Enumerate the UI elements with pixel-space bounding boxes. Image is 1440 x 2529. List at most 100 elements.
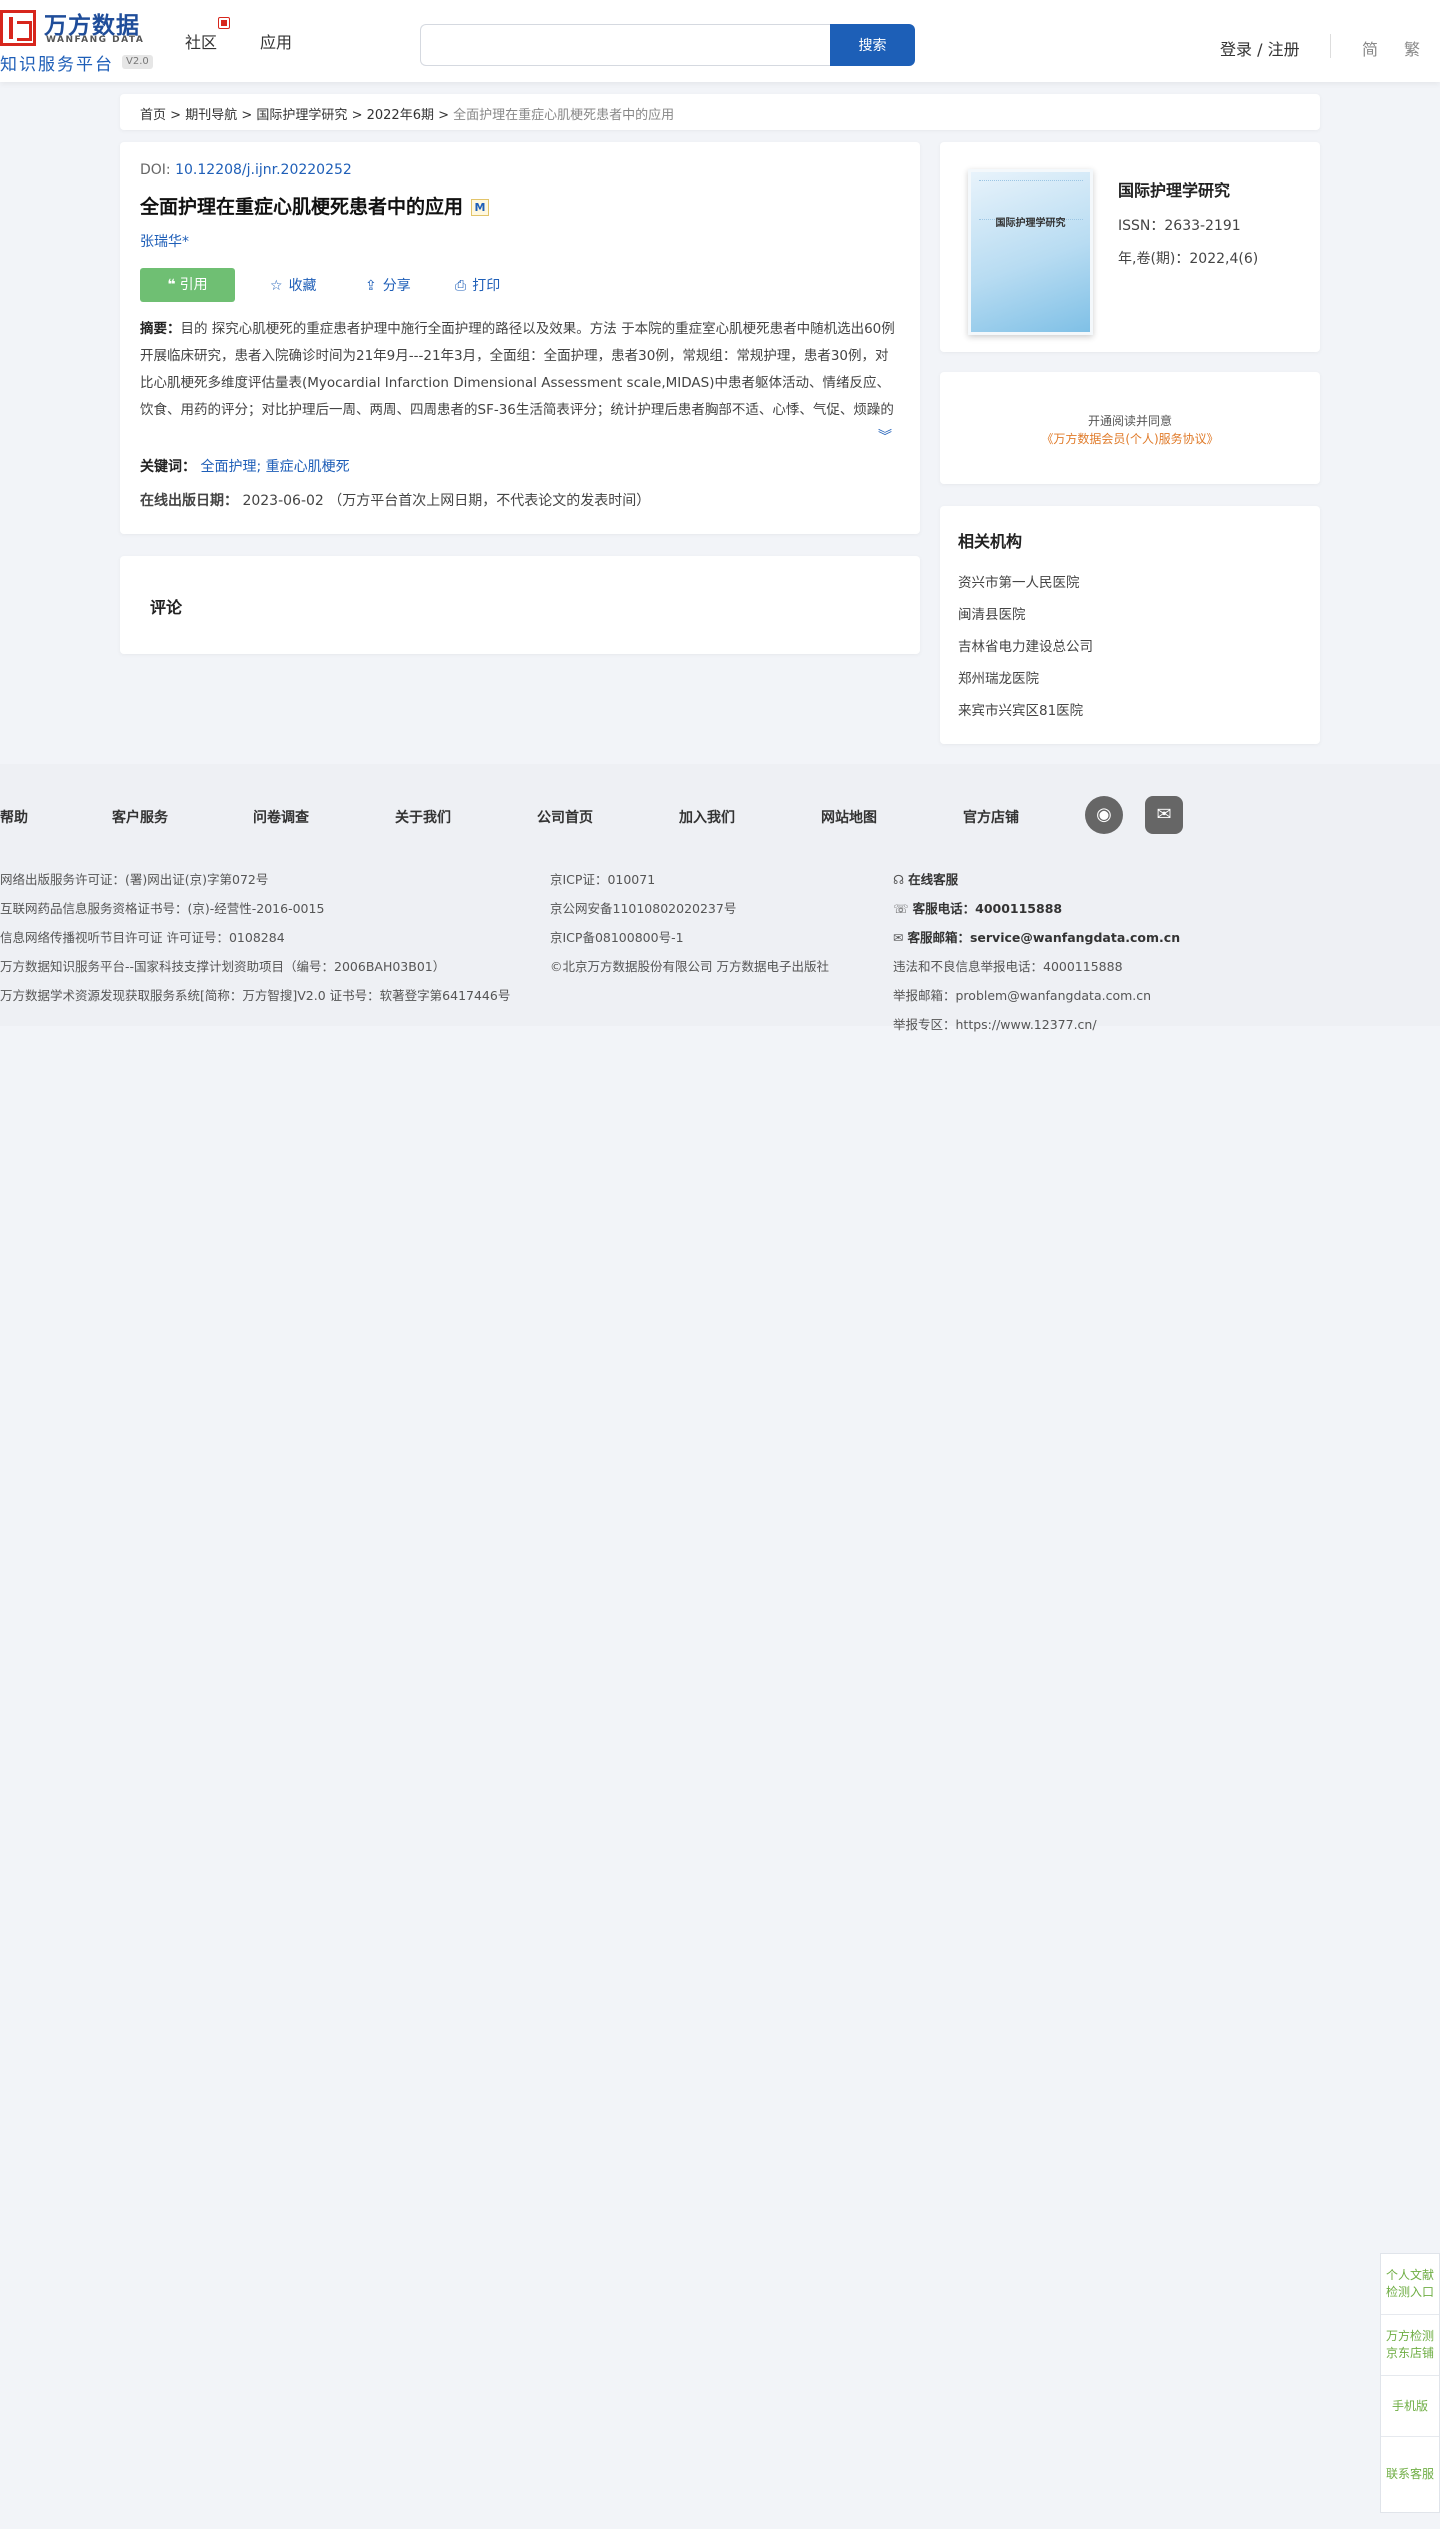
icp-line: ©北京万方数据股份有限公司 万方数据电子出版社	[550, 959, 829, 974]
breadcrumb-current: 全面护理在重症心肌梗死患者中的应用	[453, 108, 675, 123]
cover-title: 国际护理学研究	[995, 218, 1066, 229]
journal-cover[interactable]: 国际护理学研究	[968, 169, 1093, 335]
org-item[interactable]: 闽清县医院	[958, 603, 1026, 623]
breadcrumb-sep: >	[170, 108, 182, 123]
breadcrumb-sep: >	[438, 108, 450, 123]
search-button[interactable]: 搜索	[830, 24, 915, 66]
keyword-link[interactable]: 全面护理	[200, 459, 256, 475]
footer-licenses: 网络出版服务许可证：(署)网出证(京)字第072号 互联网药品信息服务资格证书号…	[0, 865, 510, 1010]
email-line: ✉ 客服邮箱：service@wanfangdata.com.cn	[893, 930, 1181, 945]
wechat-icon[interactable]: ✉	[1145, 796, 1183, 834]
abstract: 摘要：目的 探究心肌梗死的重症患者护理中施行全面护理的路径以及效果。方法 于本院…	[140, 316, 895, 424]
headset-icon: ☊	[893, 872, 909, 887]
footer-link-sitemap[interactable]: 网站地图	[821, 807, 877, 827]
journal-volume: 年,卷(期)：2022,4(6)	[1118, 251, 1259, 267]
login-register-link[interactable]: 登录 / 注册	[1220, 36, 1300, 60]
org-item[interactable]: 郑州瑞龙医院	[958, 667, 1039, 687]
lang-traditional[interactable]: 繁	[1404, 36, 1420, 60]
phone-line: ☏ 客服电话：4000115888	[893, 901, 1063, 916]
icp-line[interactable]: 京公网安备11010802020237号	[550, 894, 829, 923]
pubdate-value: 2023-06-02	[242, 493, 324, 509]
favorite-button[interactable]: ☆ 收藏	[270, 275, 317, 295]
comment-card: 评论	[120, 556, 920, 654]
journal-name[interactable]: 国际护理学研究	[1118, 177, 1230, 201]
footer-link-store[interactable]: 官方店铺	[963, 807, 1019, 827]
community-badge-icon	[218, 17, 230, 29]
abstract-label: 摘要：	[140, 321, 181, 337]
footer-link-help[interactable]: 帮助	[0, 807, 28, 827]
share-label: 分享	[382, 278, 411, 294]
report-email[interactable]: 举报邮箱：problem@wanfangdata.com.cn	[893, 981, 1180, 1010]
license-line: 万方数据知识服务平台--国家科技支撑计划资助项目（编号：2006BAH03B01…	[0, 959, 446, 974]
footer-link-join[interactable]: 加入我们	[679, 807, 735, 827]
journal-card: 国际护理学研究 国际护理学研究 ISSN：2633-2191 年,卷(期)：20…	[940, 142, 1320, 352]
pubdate-note: （万方平台首次上网日期，不代表论文的发表时间）	[328, 493, 651, 509]
article-title: 全面护理在重症心肌梗死患者中的应用	[140, 196, 464, 218]
sidebar-mobile[interactable]: 手机版	[1381, 2376, 1439, 2437]
related-orgs-card: 相关机构 资兴市第一人民医院 闽清县医院 吉林省电力建设总公司 郑州瑞龙医院 来…	[940, 506, 1320, 744]
search-bar: 搜索	[420, 24, 915, 66]
report-zone[interactable]: 举报专区：https://www.12377.cn/	[893, 1010, 1180, 1039]
doi-line: DOI: 10.12208/j.ijnr.20220252	[140, 162, 352, 178]
favorite-label: 收藏	[288, 278, 317, 294]
share-button[interactable]: ⇪ 分享	[365, 275, 411, 295]
nav-community[interactable]: 社区	[185, 29, 217, 53]
org-item[interactable]: 来宾市兴宾区81医院	[958, 699, 1083, 719]
vip-text: 开通阅读并同意	[1087, 414, 1172, 428]
header-divider	[1330, 34, 1331, 58]
keywords-row: 关键词： 全面护理; 重症心肌梗死	[140, 456, 350, 476]
abstract-text: 目的 探究心肌梗死的重症患者护理中施行全面护理的路径以及效果。方法 于本院的重症…	[140, 321, 895, 418]
logo-mark-icon	[0, 10, 36, 46]
icp-line[interactable]: 京ICP证：010071	[550, 865, 829, 894]
star-icon: ☆	[270, 278, 283, 294]
cite-label: 引用	[179, 277, 208, 293]
icp-line[interactable]: 京ICP备08100800号-1	[550, 923, 829, 952]
article-card: DOI: 10.12208/j.ijnr.20220252 全面护理在重症心肌梗…	[120, 142, 920, 534]
print-label: 打印	[472, 278, 501, 294]
nav-apps[interactable]: 应用	[260, 29, 292, 53]
report-phone: 违法和不良信息举报电话：4000115888	[893, 959, 1123, 974]
share-icon: ⇪	[365, 278, 377, 294]
keywords-label: 关键词：	[140, 459, 196, 475]
breadcrumb-issue[interactable]: 2022年6期	[367, 108, 434, 123]
article-title-row: 全面护理在重症心肌梗死患者中的应用 M	[140, 192, 490, 219]
sidebar-contact[interactable]: 联系客服	[1381, 2437, 1439, 2512]
breadcrumb-journals[interactable]: 期刊导航	[185, 108, 237, 123]
doi-label: DOI:	[140, 162, 171, 178]
org-item[interactable]: 资兴市第一人民医院	[958, 571, 1080, 591]
lang-simplified[interactable]: 简	[1362, 36, 1378, 60]
mail-icon: ✉	[893, 930, 908, 945]
license-line: 信息网络传播视听节目许可证 许可证号：0108284	[0, 930, 285, 945]
footer-icp: 京ICP证：010071 京公网安备11010802020237号 京ICP备0…	[550, 865, 829, 981]
breadcrumb-journal[interactable]: 国际护理学研究	[256, 108, 347, 123]
footer-link-company[interactable]: 公司首页	[537, 807, 593, 827]
logo-text-en: WANFANG DATA	[46, 35, 145, 45]
vip-card: 开通阅读并同意 《万方数据会员(个人)服务协议》	[940, 372, 1320, 484]
cite-button[interactable]: ❝ 引用	[140, 268, 235, 302]
author-link[interactable]: 张瑞华*	[140, 231, 189, 251]
footer-link-about[interactable]: 关于我们	[395, 807, 451, 827]
breadcrumb-sep: >	[351, 108, 363, 123]
sidebar-jd-store[interactable]: 万方检测京东店铺	[1381, 2315, 1439, 2376]
license-line: 网络出版服务许可证：(署)网出证(京)字第072号	[0, 872, 269, 887]
expand-chevron-icon[interactable]: ︾	[878, 426, 892, 446]
search-input[interactable]	[420, 24, 830, 66]
footer: 帮助 客户服务 问卷调查 关于我们 公司首页 加入我们 网站地图 官方店铺 ◉ …	[0, 764, 1440, 1032]
footer-link-survey[interactable]: 问卷调查	[253, 807, 309, 827]
breadcrumb-home[interactable]: 首页	[140, 108, 166, 123]
pubdate-row: 在线出版日期： 2023-06-02 （万方平台首次上网日期，不代表论文的发表时…	[140, 490, 650, 510]
org-item[interactable]: 吉林省电力建设总公司	[958, 635, 1093, 655]
quote-icon: ❝	[167, 277, 176, 293]
sidebar-plagiarism-check[interactable]: 个人文献检测入口	[1381, 2254, 1439, 2315]
online-service-link[interactable]: ☊ 在线客服	[893, 865, 1180, 894]
vip-agreement-link[interactable]: 《万方数据会员(个人)服务协议》	[940, 430, 1320, 447]
wanfang-logo[interactable]: 万方数据 WANFANG DATA 知识服务平台 V2.0	[0, 6, 160, 75]
doi-link[interactable]: 10.12208/j.ijnr.20220252	[175, 162, 352, 178]
license-line: 万方数据学术资源发现获取服务系统[简称：万方智搜]V2.0 证书号：软著登字第6…	[0, 988, 511, 1003]
logo-subtitle: 知识服务平台	[0, 55, 114, 75]
keyword-link[interactable]: 重症心肌梗死	[266, 459, 350, 475]
weibo-icon[interactable]: ◉	[1085, 796, 1123, 834]
orgs-title: 相关机构	[958, 532, 1023, 551]
print-button[interactable]: ⎙ 打印	[455, 275, 500, 295]
footer-link-service[interactable]: 客户服务	[112, 807, 168, 827]
